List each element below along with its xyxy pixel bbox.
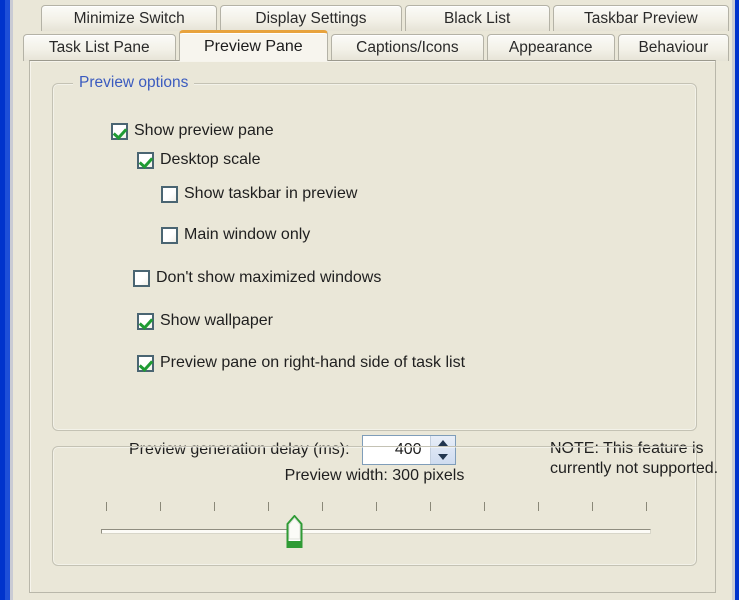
slider-track[interactable]: [101, 529, 651, 534]
group-preview-options: Preview options Show preview pane Deskto…: [52, 83, 697, 431]
checkbox-box[interactable]: [161, 186, 178, 203]
slider-thumb[interactable]: [286, 515, 303, 548]
slider-tick: [160, 502, 161, 511]
slider-tick: [106, 502, 107, 511]
window-frame: Minimize Switch Display Settings Black L…: [0, 0, 739, 600]
checkbox-label: Show preview pane: [134, 122, 274, 140]
slider-tick: [646, 502, 647, 511]
tab-row-upper: Minimize Switch Display Settings Black L…: [13, 0, 732, 31]
tab-row-lower: Task List Pane Preview Pane Captions/Ico…: [13, 30, 732, 61]
checkbox-preview-pane-right-hand-side[interactable]: Preview pane on right-hand side of task …: [137, 354, 465, 372]
tab-taskbar-preview[interactable]: Taskbar Preview: [553, 5, 729, 31]
checkbox-show-preview-pane[interactable]: Show preview pane: [111, 122, 274, 140]
checkbox-box[interactable]: [111, 123, 128, 140]
checkbox-main-window-only[interactable]: Main window only: [161, 226, 310, 244]
slider-tick: [268, 502, 269, 511]
preview-width-slider[interactable]: [101, 502, 651, 552]
checkbox-box[interactable]: [161, 227, 178, 244]
tab-label: Taskbar Preview: [584, 10, 698, 28]
tab-behaviour[interactable]: Behaviour: [618, 34, 729, 61]
tab-appearance[interactable]: Appearance: [487, 34, 615, 61]
slider-tick: [538, 502, 539, 511]
checkbox-dont-show-maximized-windows[interactable]: Don't show maximized windows: [133, 269, 381, 287]
tab-page-preview-pane: Preview options Show preview pane Deskto…: [29, 60, 716, 593]
tab-label: Display Settings: [255, 10, 366, 28]
tab-label: Black List: [444, 10, 510, 28]
tab-display-settings[interactable]: Display Settings: [220, 5, 401, 31]
tab-minimize-switch[interactable]: Minimize Switch: [41, 5, 217, 31]
tab-preview-pane[interactable]: Preview Pane: [179, 30, 329, 61]
checkbox-show-taskbar-in-preview[interactable]: Show taskbar in preview: [161, 185, 357, 203]
tab-label: Preview Pane: [204, 38, 303, 56]
tab-black-list[interactable]: Black List: [405, 5, 550, 31]
tab-label: Minimize Switch: [74, 10, 185, 28]
checkbox-label: Main window only: [184, 226, 310, 244]
slider-tick: [592, 502, 593, 511]
checkbox-label: Don't show maximized windows: [156, 269, 381, 287]
tab-task-list-pane[interactable]: Task List Pane: [23, 34, 176, 61]
group-title-preview-options: Preview options: [73, 74, 194, 92]
slider-tick: [376, 502, 377, 511]
checkbox-label: Desktop scale: [160, 151, 261, 169]
slider-tick-marks: [106, 502, 646, 511]
slider-tick: [322, 502, 323, 511]
slider-thumb-icon: [286, 515, 303, 548]
tab-label: Appearance: [509, 39, 593, 57]
tab-label: Captions/Icons: [356, 39, 459, 57]
tab-strip: Minimize Switch Display Settings Black L…: [13, 0, 732, 62]
tab-label: Behaviour: [638, 39, 708, 57]
checkbox-label: Show taskbar in preview: [184, 185, 357, 203]
preview-width-caption: Preview width: 300 pixels: [53, 467, 696, 485]
slider-tick: [484, 502, 485, 511]
checkbox-label: Preview pane on right-hand side of task …: [160, 354, 465, 372]
window-inner: Minimize Switch Display Settings Black L…: [10, 0, 735, 600]
checkbox-box[interactable]: [137, 152, 154, 169]
slider-tick: [430, 502, 431, 511]
checkbox-desktop-scale[interactable]: Desktop scale: [137, 151, 261, 169]
checkbox-label: Show wallpaper: [160, 312, 273, 330]
checkbox-box[interactable]: [137, 355, 154, 372]
checkbox-box[interactable]: [133, 270, 150, 287]
checkbox-box[interactable]: [137, 313, 154, 330]
group-preview-width: Preview width: 300 pixels: [52, 446, 697, 566]
tab-captions-icons[interactable]: Captions/Icons: [331, 34, 484, 61]
slider-tick: [214, 502, 215, 511]
tab-label: Task List Pane: [49, 39, 150, 57]
checkbox-show-wallpaper[interactable]: Show wallpaper: [137, 312, 273, 330]
